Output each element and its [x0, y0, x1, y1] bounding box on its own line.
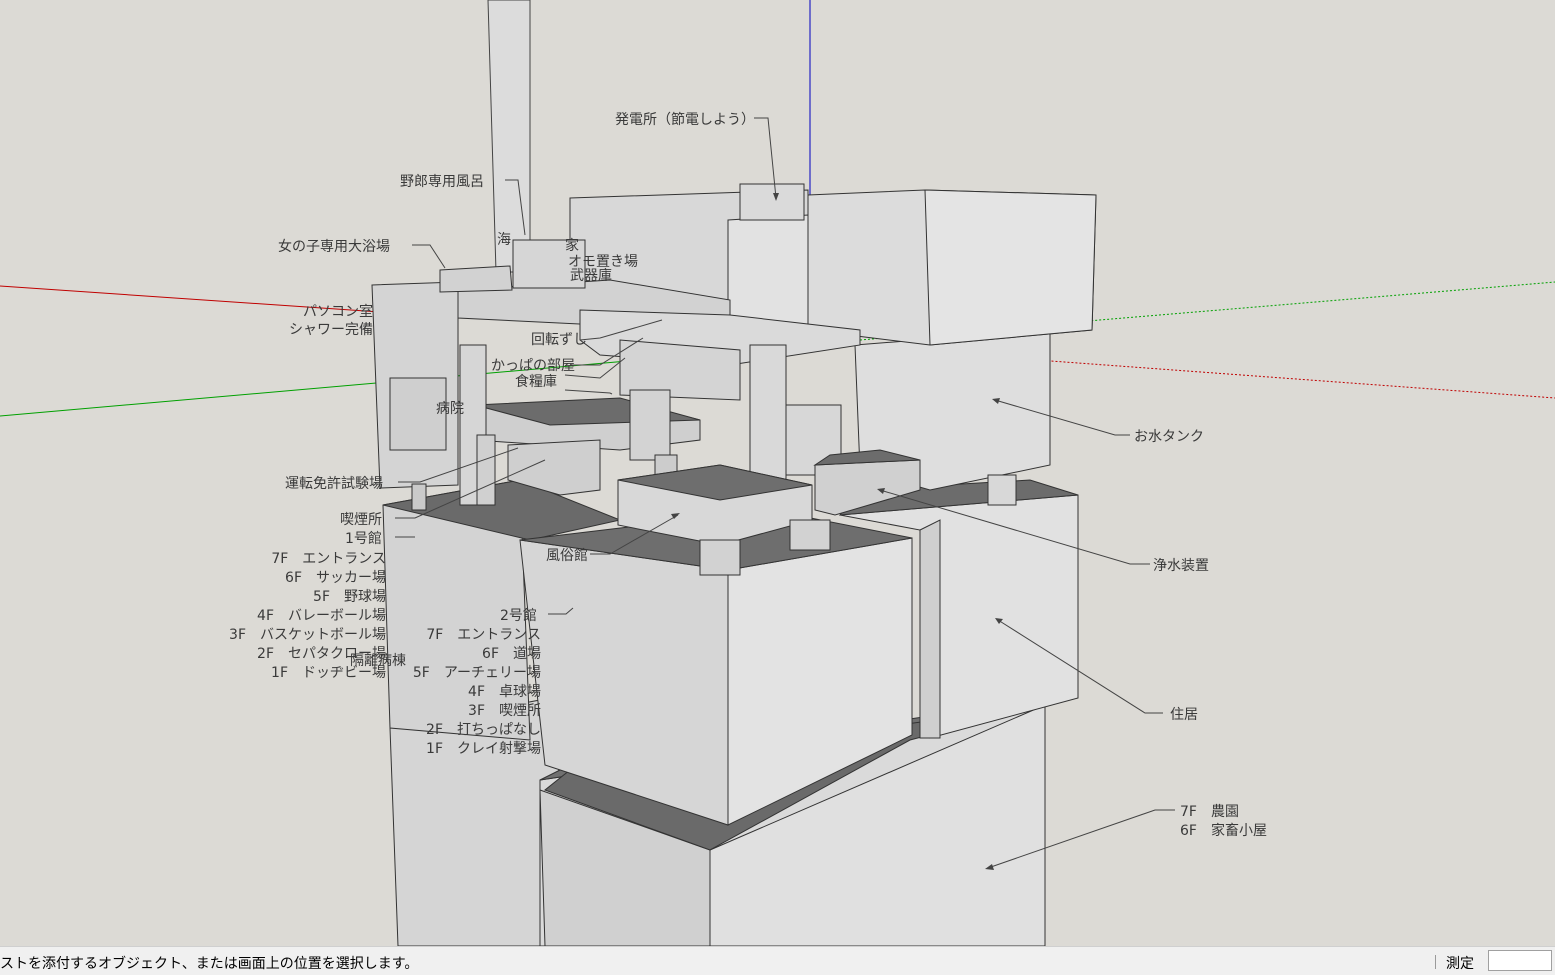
label-b2-1f: 1F クレイ射撃場 — [426, 741, 541, 757]
status-message: ストを添付するオブジェクト、または画面上の位置を選択します。 — [0, 956, 419, 972]
label-water-tank: お水タンク — [1134, 429, 1204, 445]
label-b1-6f: 6F サッカー場 — [285, 570, 386, 586]
label-building2: 2号館 — [500, 607, 537, 624]
label-farm-7f: 7F 農園 — [1180, 804, 1239, 820]
label-b2-7f: 7F エントランス — [426, 627, 541, 643]
label-house-partial: 家 — [565, 237, 579, 254]
label-hospital: 病院 — [436, 401, 464, 417]
status-divider — [1435, 955, 1436, 969]
label-girls-bath: 女の子専用大浴場 — [278, 238, 390, 255]
label-shower: シャワー完備 — [289, 322, 373, 338]
label-b2-3f: 3F 喫煙所 — [468, 703, 541, 719]
label-pc-room: パソコン室 — [303, 303, 373, 320]
label-food-storage: 食糧庫 — [515, 373, 557, 390]
label-purifier: 浄水装置 — [1153, 558, 1209, 574]
label-b2-4f: 4F 卓球場 — [468, 684, 541, 700]
label-b2-5f: 5F アーチェリー場 — [413, 665, 541, 681]
label-fuuzoku: 風俗館 — [546, 547, 588, 564]
measurements-label: 測定 — [1446, 956, 1474, 972]
label-barn-6f: 6F 家畜小屋 — [1180, 822, 1267, 839]
label-smoking: 喫煙所 — [340, 512, 382, 528]
label-sushi: 回転ずし — [531, 332, 587, 348]
3d-viewport[interactable]: 発電所（節電しよう） 野郎専用風呂 女の子専用大浴場 海 家 オモ置き場 武器庫… — [0, 0, 1555, 946]
label-isolation-ward: 隔離病棟 — [350, 652, 406, 669]
label-b2-2f: 2F 打ちっぱなし — [426, 721, 541, 738]
label-mens-bath: 野郎専用風呂 — [400, 174, 484, 190]
label-b1-3f: 3F バスケットボール場 — [229, 627, 386, 643]
model-canvas[interactable]: 発電所（節電しよう） 野郎専用風呂 女の子専用大浴場 海 家 オモ置き場 武器庫… — [0, 0, 1555, 946]
label-building1: 1号館 — [345, 530, 382, 547]
label-armory: 武器庫 — [570, 267, 612, 284]
label-b1-4f: 4F バレーボール場 — [257, 608, 386, 624]
label-driving-test: 運転免許試験場 — [285, 476, 383, 492]
label-b1-7f: 7F エントランス — [271, 551, 386, 567]
label-kappa-room: かっぱの部屋 — [491, 358, 575, 374]
status-bar: ストを添付するオブジェクト、または画面上の位置を選択します。 測定 — [0, 946, 1555, 975]
label-residence: 住居 — [1170, 707, 1198, 723]
label-sea: 海 — [497, 232, 511, 248]
label-b2-6f: 6F 道場 — [482, 646, 541, 662]
label-power-plant: 発電所（節電しよう） — [615, 111, 755, 128]
label-b1-5f: 5F 野球場 — [313, 589, 386, 605]
measurements-input[interactable] — [1488, 950, 1552, 971]
